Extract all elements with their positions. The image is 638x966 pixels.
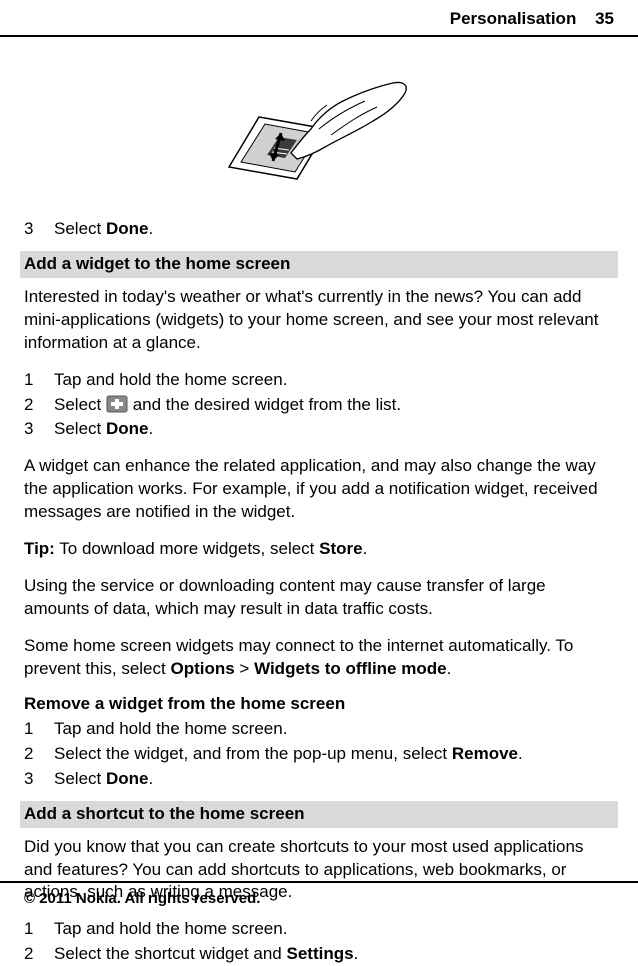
offline-mode-paragraph: Some home screen widgets may connect to … — [24, 635, 614, 681]
plus-icon — [106, 395, 128, 413]
step-row: 2 Select the shortcut widget and Setting… — [24, 943, 614, 966]
step-row: 2 Select and the desired widget from the… — [24, 394, 614, 417]
subheading-remove-widget: Remove a widget from the home screen — [24, 693, 614, 716]
drag-illustration — [24, 37, 614, 218]
step-row: 2 Select the widget, and from the pop-up… — [24, 743, 614, 766]
data-costs-paragraph: Using the service or downloading content… — [24, 575, 614, 621]
page-footer: © 2011 Nokia. All rights reserved. — [0, 881, 638, 919]
steps-add-shortcut: 1 Tap and hold the home screen. 2 Select… — [24, 918, 614, 966]
widget-enhance-paragraph: A widget can enhance the related applica… — [24, 455, 614, 524]
step-row: 3 Select Done. — [24, 768, 614, 791]
page-header: Personalisation 35 — [0, 0, 638, 37]
intro-paragraph: Interested in today's weather or what's … — [24, 286, 614, 355]
step-row: 3 Select Done. — [24, 418, 614, 441]
page-content: 3 Select Done. Add a widget to the home … — [0, 37, 638, 966]
step-row: 1 Tap and hold the home screen. — [24, 718, 614, 741]
tip-paragraph: Tip: To download more widgets, select St… — [24, 538, 614, 561]
step-row: 1 Tap and hold the home screen. — [24, 918, 614, 941]
page-number: 35 — [595, 9, 614, 28]
step-row: 1 Tap and hold the home screen. — [24, 369, 614, 392]
chapter-title: Personalisation — [450, 9, 577, 28]
step-row: 3 Select Done. — [24, 218, 614, 241]
step-text: Select Done. — [54, 218, 614, 241]
step-number: 3 — [24, 218, 54, 241]
steps-remove-widget: 1 Tap and hold the home screen. 2 Select… — [24, 718, 614, 791]
steps-add-widget: 1 Tap and hold the home screen. 2 Select… — [24, 369, 614, 442]
section-heading-add-shortcut: Add a shortcut to the home screen — [20, 801, 618, 828]
section-heading-add-widget: Add a widget to the home screen — [20, 251, 618, 278]
